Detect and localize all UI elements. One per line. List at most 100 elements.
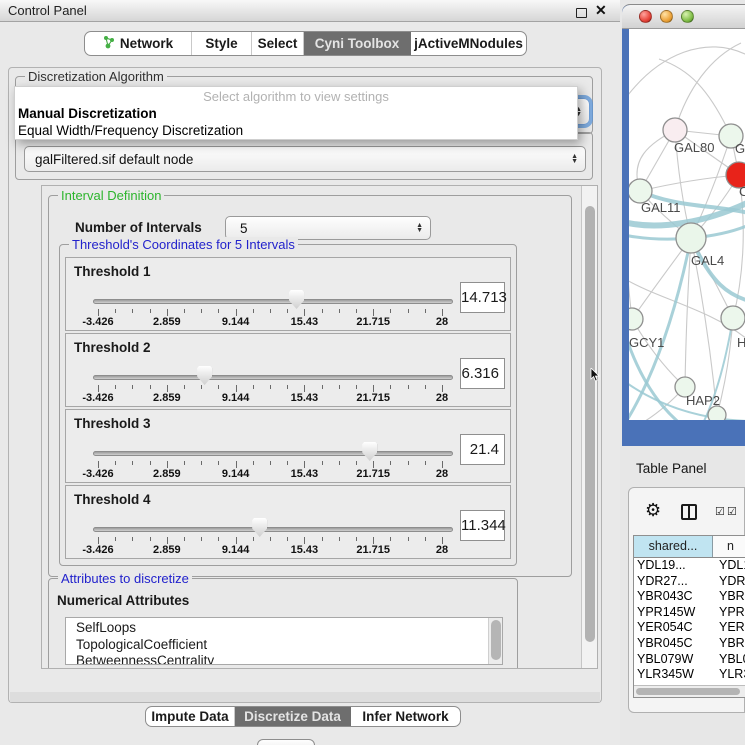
table-row[interactable]: YPR145WYPR1 — [634, 605, 745, 621]
slider-scale-label: 9.144 — [222, 544, 250, 556]
algorithm-placeholder-option[interactable]: Select algorithm to view settings — [15, 88, 577, 105]
algorithm-option[interactable]: Equal Width/Frequency Discretization — [15, 122, 577, 139]
tab-impute-data[interactable]: Impute Data — [146, 707, 234, 726]
table-row[interactable]: YLR345WYLR3 — [634, 667, 745, 683]
network-icon — [103, 35, 115, 52]
slider-tick — [236, 309, 237, 316]
slider-tick — [408, 385, 409, 389]
list-scrollbar[interactable] — [488, 618, 502, 664]
tab-network[interactable]: Network — [85, 32, 191, 55]
scrollbar-thumb[interactable] — [491, 620, 501, 660]
close-traffic-light-icon[interactable] — [639, 10, 652, 23]
slider-tick — [442, 537, 443, 544]
slider-tick — [115, 461, 116, 465]
float-window-icon[interactable] — [576, 8, 587, 18]
network-node-label: HAP2 — [686, 393, 720, 408]
scrollbar-thumb[interactable] — [585, 206, 595, 642]
network-edge — [629, 214, 632, 319]
slider-tick — [322, 537, 323, 541]
network-canvas[interactable]: GAL80GCGAL11GAL4GCY1HHAP2 — [629, 29, 745, 420]
slider-thumb[interactable] — [252, 518, 267, 537]
tab-jactivemnodules[interactable]: jActiveMNodules — [410, 32, 526, 55]
network-node-gcy1[interactable] — [629, 308, 643, 330]
tab-discretize-data[interactable]: Discretize Data — [234, 707, 350, 726]
table-data-select[interactable]: galFiltered.sif default node ▲▼ — [24, 146, 586, 172]
algorithm-option[interactable]: Manual Discretization — [15, 105, 577, 122]
list-item[interactable]: SelfLoops — [66, 620, 502, 637]
list-item[interactable]: BetweennessCentrality — [66, 653, 502, 665]
threshold-value-field[interactable]: 21.4 — [460, 434, 505, 465]
slider-tick — [184, 309, 185, 313]
tab-select[interactable]: Select — [251, 32, 303, 55]
network-node-label: GAL4 — [691, 253, 724, 268]
network-node-h[interactable] — [721, 306, 745, 330]
slider-track[interactable] — [93, 299, 453, 304]
table-row[interactable]: YBR043CYBR0 — [634, 589, 745, 605]
spinner-arrows-icon: ▲▼ — [571, 154, 578, 164]
slider-track[interactable] — [93, 527, 453, 532]
list-item[interactable]: TopologicalCoefficient — [66, 637, 502, 654]
slider-tick — [304, 385, 305, 392]
checkbox-icon[interactable]: ☑ — [715, 505, 725, 518]
column-header-shared-name[interactable]: shared... — [634, 536, 713, 557]
slider-thumb[interactable] — [289, 290, 304, 309]
tab-label: Impute Data — [151, 709, 228, 724]
table-row[interactable]: YDL19...YDL1 — [634, 558, 745, 574]
table-row[interactable]: YER054CYER0 — [634, 620, 745, 636]
threshold-value-field[interactable]: 11.344 — [460, 510, 505, 541]
tab-style[interactable]: Style — [191, 32, 251, 55]
checkbox-icon[interactable]: ☑ — [727, 505, 737, 518]
slider-tick — [390, 385, 391, 389]
slider-track[interactable] — [93, 451, 453, 456]
slider-scale-label: 2.859 — [153, 392, 181, 404]
table-panel-card: ⚙ ☑ ☑ shared... n YDL19...YDL1YDR27...YD… — [628, 487, 745, 713]
split-columns-icon[interactable] — [681, 504, 697, 520]
scrollbar-thumb[interactable] — [636, 688, 740, 695]
tab-label: Network — [120, 36, 173, 51]
table-row[interactable]: YDR27...YDR2 — [634, 574, 745, 590]
table-row[interactable]: YBL079WYBL0 — [634, 652, 745, 668]
numerical-attributes-list[interactable]: SelfLoopsTopologicalCoefficientBetweenne… — [65, 617, 503, 665]
table-row[interactable]: YBR045CYBR0 — [634, 636, 745, 652]
gear-icon[interactable]: ⚙ — [645, 500, 661, 521]
thresholds-group: Threshold's Coordinates for 5 Intervals … — [59, 244, 517, 566]
slider-tick — [132, 309, 133, 313]
cell-name: YER0 — [713, 620, 745, 636]
cell-shared-name: YER054C — [634, 620, 713, 636]
minimize-traffic-light-icon[interactable] — [660, 10, 673, 23]
horizontal-scrollbar[interactable] — [634, 685, 745, 697]
network-window-titlebar — [622, 5, 745, 29]
network-view-window: GAL80GCGAL11GAL4GCY1HHAP2 — [622, 4, 745, 446]
slider-tick — [356, 461, 357, 465]
cell-shared-name: YPR145W — [634, 605, 713, 621]
slider-tick — [442, 461, 443, 468]
network-node-gal80[interactable] — [663, 118, 687, 142]
threshold-value-field[interactable]: 6.316 — [460, 358, 505, 389]
cell-shared-name: YBR045C — [634, 636, 713, 652]
node-attribute-table[interactable]: shared... n YDL19...YDL1YDR27...YDR2YBR0… — [633, 535, 745, 698]
tab-cyni-toolbox[interactable]: Cyni Toolbox — [303, 32, 410, 55]
network-node-gal4[interactable] — [676, 223, 706, 253]
slider-tick — [390, 537, 391, 541]
interval-definition-group: Interval Definition Number of Intervals … — [48, 195, 572, 577]
slider-tick — [98, 461, 99, 468]
slider-thumb[interactable] — [197, 366, 212, 385]
column-header-name[interactable]: n — [713, 536, 745, 557]
slider-tick — [150, 309, 151, 313]
slider-track[interactable] — [93, 375, 453, 380]
slider-scale-label: 2.859 — [153, 316, 181, 328]
slider-scale-label: 2.859 — [153, 468, 181, 480]
zoom-traffic-light-icon[interactable] — [681, 10, 694, 23]
threshold-value-field[interactable]: 14.713 — [460, 282, 505, 313]
cyni-toolbox-panel: Discretization Algorithm ▲▼ Table Data g… — [8, 67, 602, 703]
network-node[interactable] — [708, 406, 726, 420]
apply-button[interactable]: Apply — [257, 739, 315, 745]
tab-infer-network[interactable]: Infer Network — [350, 707, 460, 726]
network-edge — [629, 47, 745, 99]
slider-scale-label: -3.426 — [82, 316, 113, 328]
panel-scrollbar[interactable] — [581, 186, 597, 668]
cell-shared-name: YDR27... — [634, 574, 713, 590]
close-icon[interactable]: ✕ — [595, 2, 607, 19]
algorithm-dropdown-popup: Select algorithm to view settings Manual… — [14, 86, 578, 140]
slider-thumb[interactable] — [362, 442, 377, 461]
